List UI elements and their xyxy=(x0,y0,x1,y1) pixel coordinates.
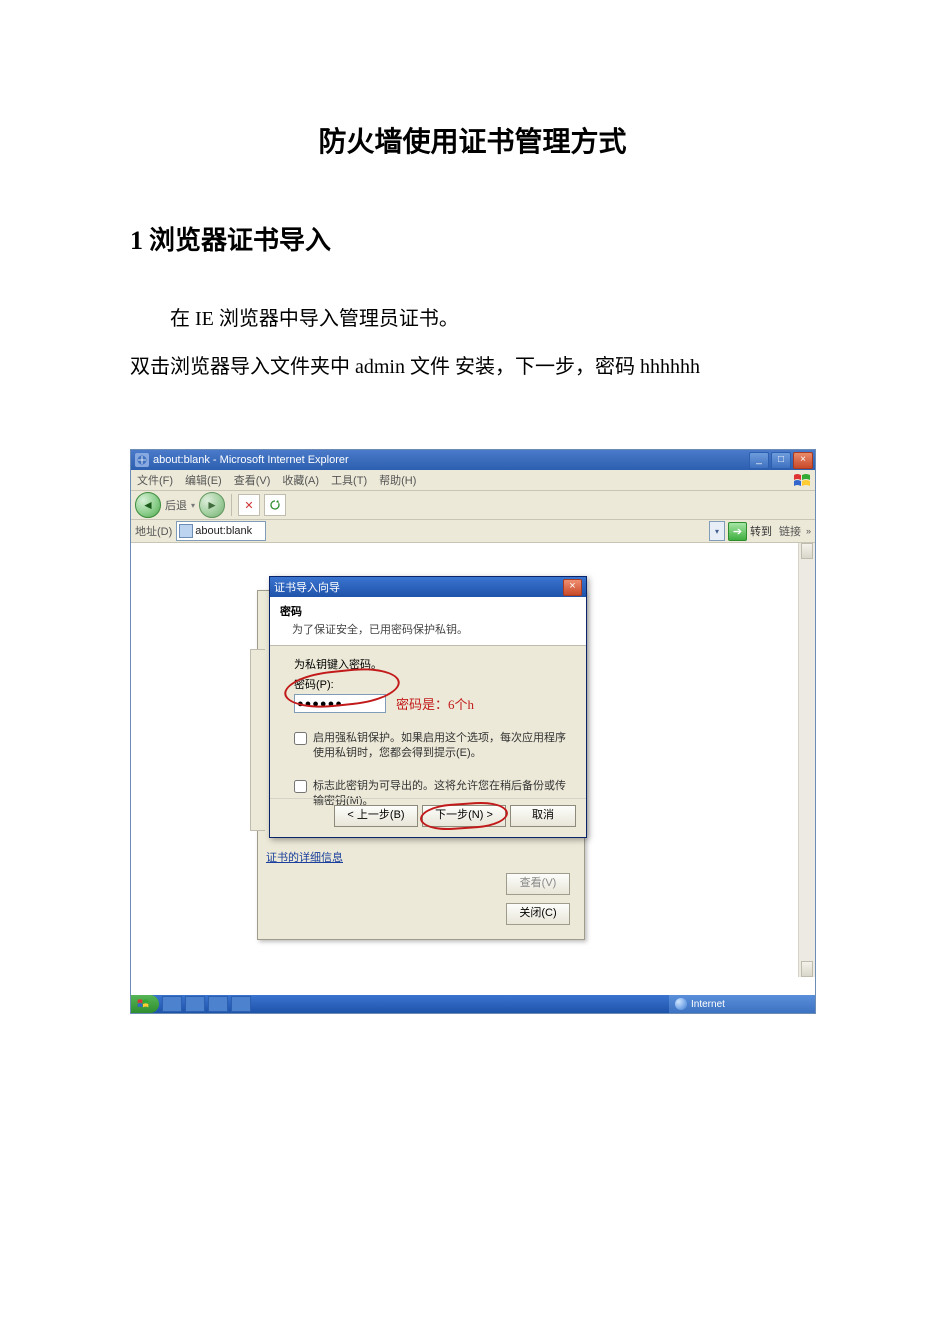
windows-logo-icon xyxy=(793,472,811,490)
forward-button[interactable]: ► xyxy=(199,492,225,518)
wizard-next-label: 下一步(N) > xyxy=(435,809,493,821)
wizard-title: 证书导入向导 xyxy=(274,579,563,595)
address-input[interactable]: about:blank xyxy=(176,521,266,541)
wizard-back-button[interactable]: < 上一步(B) xyxy=(334,805,418,827)
back-label: 后退 xyxy=(165,497,187,513)
wizard-next-button[interactable]: 下一步(N) > xyxy=(422,805,506,827)
ie-titlebar: about:blank - Microsoft Internet Explore… xyxy=(131,450,815,470)
wizard-header-title: 密码 xyxy=(280,606,302,618)
minimize-button[interactable]: _ xyxy=(749,452,769,469)
internet-zone-icon xyxy=(675,998,687,1010)
wizard-cancel-button[interactable]: 取消 xyxy=(510,805,576,827)
exportable-key-checkbox[interactable] xyxy=(294,780,307,793)
wizard-titlebar: 证书导入向导 × xyxy=(270,577,586,597)
system-tray: Internet xyxy=(669,995,815,1013)
links-label[interactable]: 链接 xyxy=(779,523,801,539)
background-panel-edge xyxy=(250,649,265,831)
taskbar-item[interactable] xyxy=(208,996,228,1012)
section-title: 浏览器证书导入 xyxy=(149,225,331,255)
section-number: 1 xyxy=(130,226,143,255)
address-dropdown[interactable]: ▾ xyxy=(709,521,725,541)
close-button[interactable]: 关闭(C) xyxy=(506,903,570,925)
password-value: ●●●●●● xyxy=(297,698,343,710)
menu-edit[interactable]: 编辑(E) xyxy=(185,472,222,488)
links-chevron-icon: » xyxy=(806,526,811,536)
section-heading: 1浏览器证书导入 xyxy=(130,220,815,257)
maximize-button[interactable]: □ xyxy=(771,452,791,469)
address-label: 地址(D) xyxy=(135,523,172,539)
ie-window-title: about:blank - Microsoft Internet Explore… xyxy=(153,454,749,466)
menu-view[interactable]: 查看(V) xyxy=(234,472,271,488)
ie-addressbar: 地址(D) about:blank ▾ ➔ 转到 链接 » xyxy=(131,520,815,543)
ie-content-area: 证书的详细信息 查看(V) 关闭(C) 证书导入向导 × 密码 为了保证安全，已… xyxy=(131,543,815,995)
password-annotation: 密码是：6个h xyxy=(396,694,474,713)
wizard-footer: < 上一步(B) 下一步(N) > 取消 xyxy=(270,798,586,829)
wizard-body: 为私钥键入密码。 密码(P): ●●●●●● 密码是：6个h 启用强私钥保护。如… xyxy=(270,646,586,814)
menu-tools[interactable]: 工具(T) xyxy=(331,472,367,488)
menu-file[interactable]: 文件(F) xyxy=(137,472,173,488)
wizard-prompt: 为私钥键入密码。 xyxy=(294,656,568,672)
address-value: about:blank xyxy=(195,525,252,537)
taskbar-item[interactable] xyxy=(162,996,182,1012)
ie-toolbar: ◄ 后退 ▾ ► ✕ xyxy=(131,491,815,520)
strong-protection-checkbox[interactable] xyxy=(294,732,307,745)
password-label: 密码(P): xyxy=(294,676,568,692)
wizard-close-button[interactable]: × xyxy=(563,579,582,596)
ie-icon xyxy=(135,453,149,467)
start-button[interactable] xyxy=(131,995,159,1013)
page-icon xyxy=(179,524,193,538)
windows-taskbar: Internet xyxy=(131,995,815,1013)
strong-protection-checkbox-row[interactable]: 启用强私钥保护。如果启用这个选项，每次应用程序使用私钥时，您都会得到提示(E)。 xyxy=(294,731,568,761)
taskbar-item[interactable] xyxy=(185,996,205,1012)
ie-menubar: 文件(F) 编辑(E) 查看(V) 收藏(A) 工具(T) 帮助(H) xyxy=(131,470,815,491)
document-title: 防火墙使用证书管理方式 xyxy=(130,120,815,160)
strong-protection-label: 启用强私钥保护。如果启用这个选项，每次应用程序使用私钥时，您都会得到提示(E)。 xyxy=(313,731,568,761)
back-button[interactable]: ◄ xyxy=(135,492,161,518)
password-input[interactable]: ●●●●●● xyxy=(294,694,386,713)
vertical-scrollbar[interactable] xyxy=(798,543,815,977)
cert-import-wizard: 证书导入向导 × 密码 为了保证安全，已用密码保护私钥。 为私钥键入密码。 密码… xyxy=(269,576,587,838)
embedded-screenshot: about:blank - Microsoft Internet Explore… xyxy=(130,449,815,1014)
stop-button[interactable]: ✕ xyxy=(238,494,260,516)
wizard-header-subtitle: 为了保证安全，已用密码保护私钥。 xyxy=(292,621,576,637)
internet-zone-label: Internet xyxy=(691,999,725,1010)
view-button[interactable]: 查看(V) xyxy=(506,873,570,895)
cert-details-link[interactable]: 证书的详细信息 xyxy=(266,849,343,865)
wizard-header: 密码 为了保证安全，已用密码保护私钥。 xyxy=(270,597,586,646)
window-close-button[interactable]: × xyxy=(793,452,813,469)
go-button[interactable]: ➔ xyxy=(728,522,747,541)
menu-help[interactable]: 帮助(H) xyxy=(379,472,416,488)
go-label: 转到 xyxy=(750,523,772,539)
taskbar-item[interactable] xyxy=(231,996,251,1012)
ie-window: about:blank - Microsoft Internet Explore… xyxy=(130,449,816,1014)
menu-fav[interactable]: 收藏(A) xyxy=(282,472,319,488)
refresh-button[interactable] xyxy=(264,494,286,516)
paragraph-1: 在 IE 浏览器中导入管理员证书。 xyxy=(130,297,815,341)
paragraph-2: 双击浏览器导入文件夹中 admin 文件 安装，下一步，密码 hhhhhh xyxy=(130,345,815,389)
